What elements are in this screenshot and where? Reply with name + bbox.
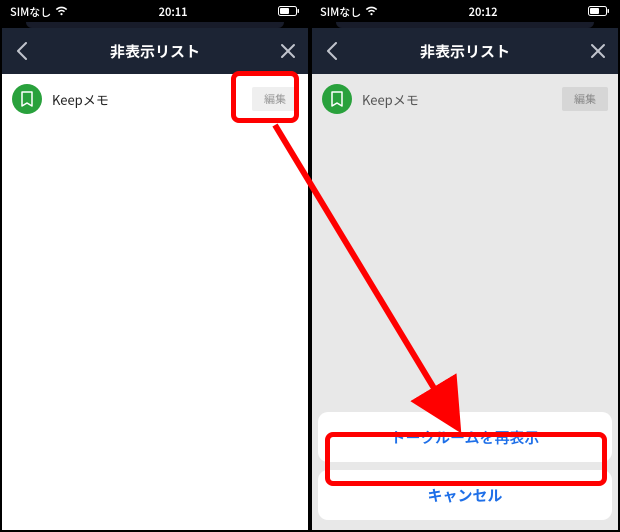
content-area: Keepメモ 編集 xyxy=(2,74,308,530)
wifi-icon xyxy=(365,4,378,20)
status-bar: SIMなし 20:12 xyxy=(312,2,618,22)
screenshot-left: SIMなし 20:11 非表示リスト Keepメモ 編集 xyxy=(0,0,310,532)
page-title: 非表示リスト xyxy=(312,41,618,62)
clock-text: 20:12 xyxy=(469,4,498,20)
action-sheet: トークルームを再表示 キャンセル xyxy=(318,412,612,528)
carrier-text: SIMなし xyxy=(10,4,51,20)
wifi-icon xyxy=(55,4,68,20)
list-item-name: Keepメモ xyxy=(362,90,552,109)
list-item-name: Keepメモ xyxy=(52,90,242,109)
back-button[interactable] xyxy=(2,42,42,60)
nav-bar: 非表示リスト xyxy=(312,28,618,74)
content-area: Keepメモ 編集 トークルームを再表示 キャンセル xyxy=(312,74,618,530)
nav-bar: 非表示リスト xyxy=(2,28,308,74)
screenshot-right: SIMなし 20:12 非表示リスト Keepメモ 編集 xyxy=(310,0,620,532)
close-button[interactable] xyxy=(268,43,308,59)
back-button[interactable] xyxy=(312,42,352,60)
avatar xyxy=(12,84,42,114)
battery-icon xyxy=(588,4,610,20)
status-bar: SIMなし 20:11 xyxy=(2,2,308,22)
list-item[interactable]: Keepメモ 編集 xyxy=(312,74,618,124)
list-item[interactable]: Keepメモ 編集 xyxy=(2,74,308,124)
battery-icon xyxy=(278,4,300,20)
avatar xyxy=(322,84,352,114)
page-title: 非表示リスト xyxy=(2,41,308,62)
edit-button[interactable]: 編集 xyxy=(252,87,298,111)
reshow-room-button[interactable]: トークルームを再表示 xyxy=(318,412,612,462)
close-button[interactable] xyxy=(578,43,618,59)
clock-text: 20:11 xyxy=(159,4,188,20)
cancel-button[interactable]: キャンセル xyxy=(318,470,612,520)
edit-button[interactable]: 編集 xyxy=(562,87,608,111)
carrier-text: SIMなし xyxy=(320,4,361,20)
